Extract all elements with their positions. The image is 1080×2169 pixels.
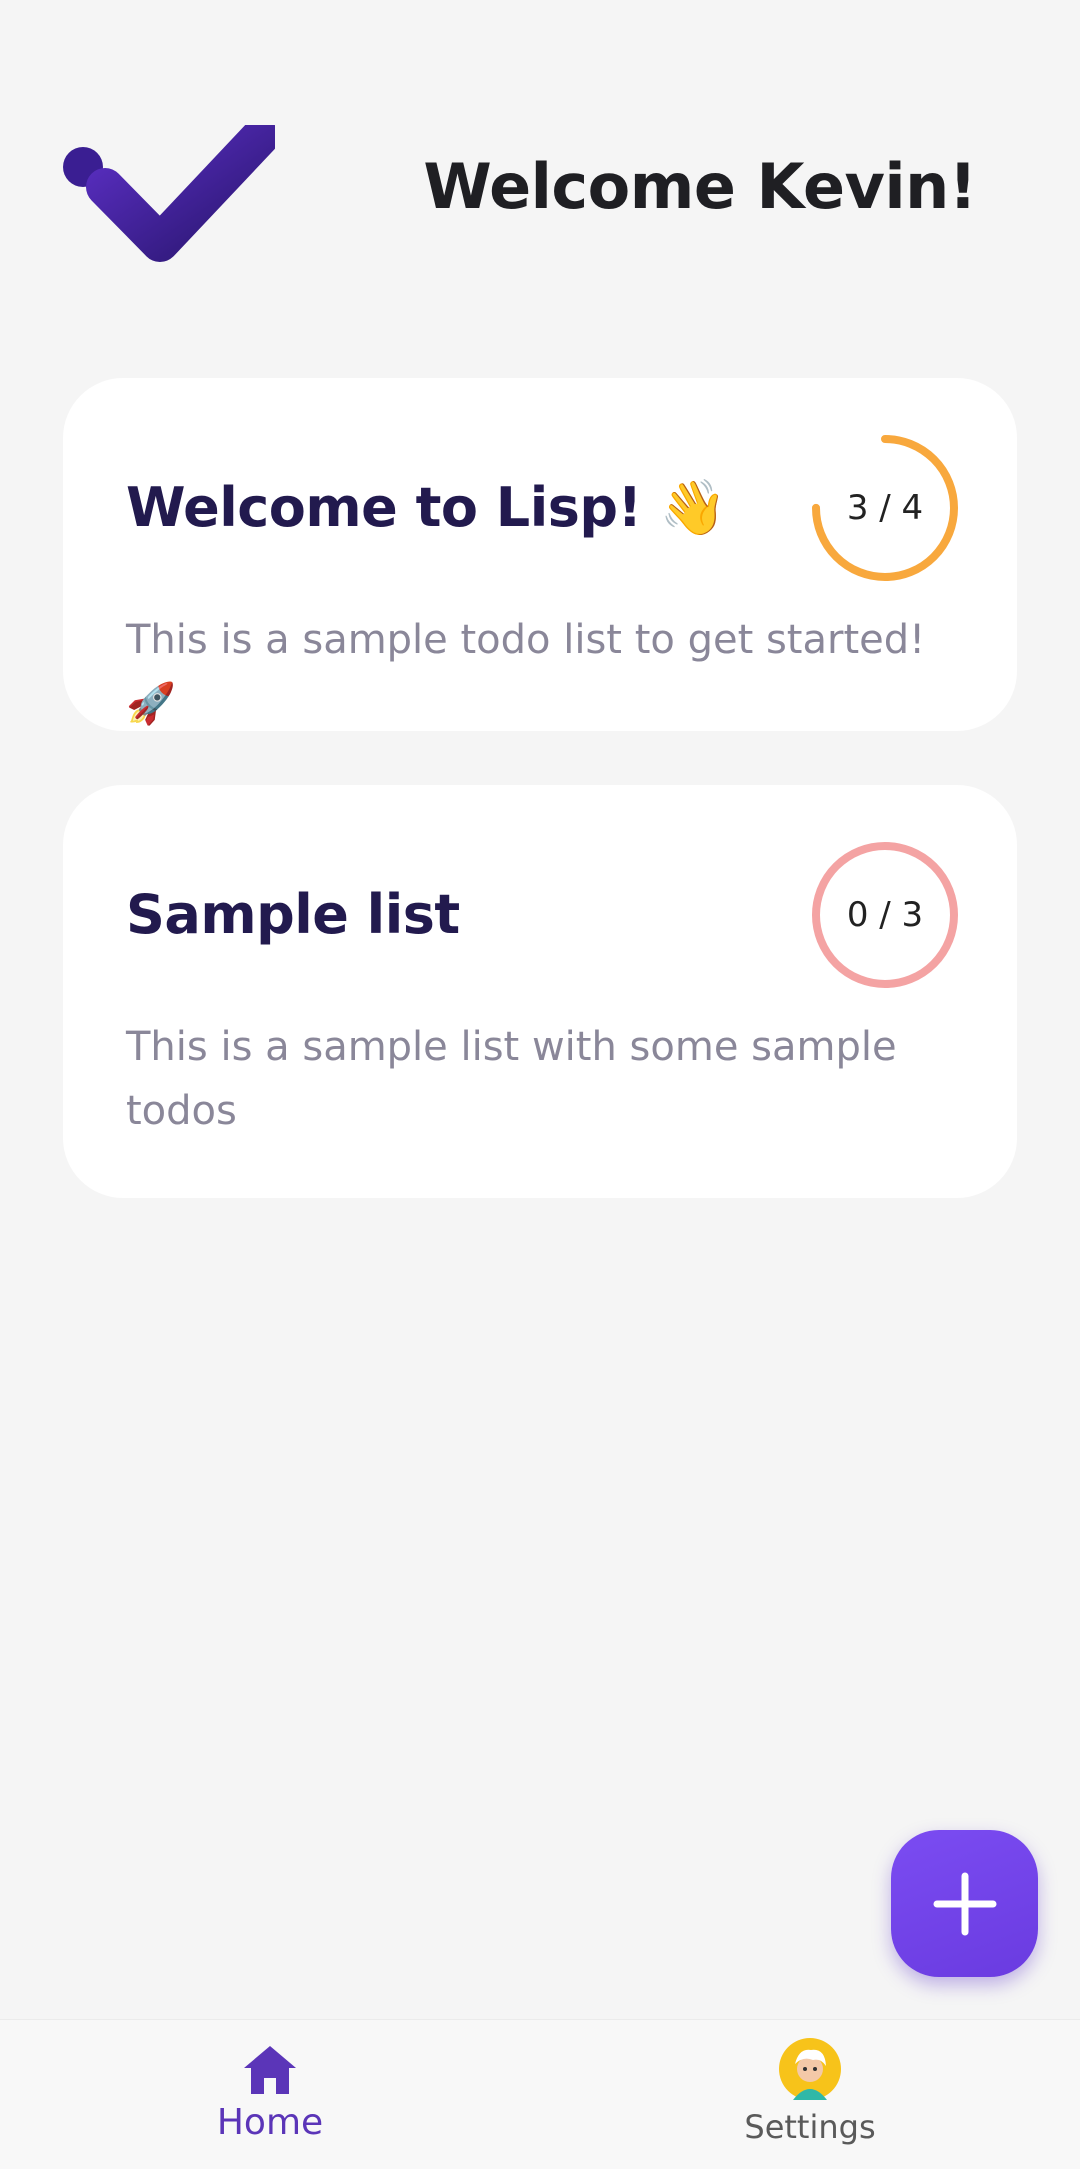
home-screen: Welcome Kevin! Welcome to Lisp! 👋 3 / 4 …	[0, 0, 1080, 2169]
plus-icon	[933, 1872, 996, 1935]
list-title: Sample list	[126, 883, 460, 946]
home-icon	[244, 2046, 296, 2094]
list-card[interactable]: Welcome to Lisp! 👋 3 / 4 This is a sampl…	[63, 378, 1017, 731]
nav-settings[interactable]: Settings	[660, 2020, 960, 2169]
progress-count: 0 / 3	[846, 895, 924, 935]
nav-home[interactable]: Home	[120, 2020, 420, 2169]
nav-settings-label: Settings	[744, 2108, 876, 2146]
avatar-icon	[779, 2038, 841, 2100]
nav-home-label: Home	[216, 2102, 324, 2143]
bottom-navigation: Home Settings	[0, 2019, 1080, 2169]
add-list-button[interactable]	[891, 1830, 1038, 1977]
page-title: Welcome Kevin!	[423, 150, 977, 223]
list-description: This is a sample list with some sample t…	[126, 1024, 897, 1134]
list-title: Welcome to Lisp! 👋	[126, 476, 727, 539]
list-description: This is a sample todo list to get starte…	[126, 617, 926, 727]
progress-ring: 0 / 3	[810, 840, 960, 990]
checkmark-logo-icon	[60, 118, 279, 270]
list-card[interactable]: Sample list 0 / 3 This is a sample list …	[63, 785, 1017, 1198]
progress-ring: 3 / 4	[810, 433, 960, 583]
progress-count: 3 / 4	[846, 488, 924, 528]
